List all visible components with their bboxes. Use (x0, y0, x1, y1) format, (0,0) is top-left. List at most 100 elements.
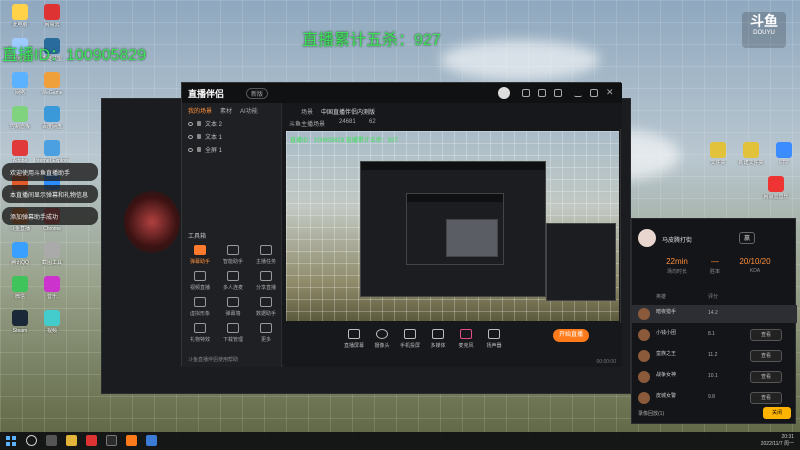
table-row[interactable]: 战争女神 10.1 查看 (632, 368, 797, 386)
tool-icon (227, 245, 239, 255)
match-record-panel[interactable]: 马皮腾打街 赢 22min 场均时长 — 胜率 20/10/20 KDA 英雄 评分 … (631, 218, 797, 424)
desktop-icon[interactable]: 控制面板 (2, 106, 38, 130)
desktop-icon[interactable]: 网易云音乐 (758, 176, 794, 200)
control-item[interactable]: 多媒体 (423, 329, 453, 349)
file-explorer-icon[interactable] (66, 435, 77, 446)
control-item[interactable]: 摄像头 (367, 329, 397, 349)
minimize-icon[interactable] (574, 89, 582, 97)
desktop-icon[interactable]: 此电脑 (2, 4, 38, 28)
go-live-button[interactable]: 开始直播 (553, 329, 589, 342)
hero-name: 暗夜猎手 (656, 309, 677, 315)
tab-ai[interactable]: AI功能 (240, 106, 258, 115)
desktop-icon[interactable]: 截图工具 (34, 242, 70, 266)
view-button[interactable]: 查看 (750, 392, 782, 404)
desktop-icon[interactable]: 百度网盘 (34, 106, 70, 130)
table-row[interactable]: 蛮族之王 11.2 查看 (632, 347, 797, 365)
lol-client-icon[interactable] (106, 435, 117, 446)
tab-assets[interactable]: 素材 (220, 106, 232, 115)
desktop-icon[interactable]: 音乐 (34, 276, 70, 300)
preview-stage[interactable]: 直播ID：100905829 直播累计五杀：927 (286, 131, 619, 321)
lock-icon[interactable] (197, 121, 201, 126)
tool-label: 虚拟形象 (189, 311, 210, 317)
bell-icon[interactable] (538, 89, 546, 97)
browser-icon[interactable] (146, 435, 157, 446)
tool-item[interactable]: 更多 (250, 323, 282, 343)
tool-item[interactable]: 智能助手 (217, 245, 249, 265)
hero-name: 蛮族之王 (656, 351, 677, 357)
desktop-icon[interactable]: 微信 (2, 276, 38, 300)
close-button[interactable]: 关闭 (763, 407, 791, 419)
scene-item[interactable]: 文本 1 (182, 130, 281, 143)
taskbar: 20:31 2022/11/7 周一 (0, 432, 800, 450)
desktop-icon-label: 百度网盘 (41, 124, 62, 130)
stage-tab[interactable]: 场景 (301, 107, 313, 116)
mail-icon[interactable] (522, 89, 530, 97)
desktop-icon[interactable]: WeGame (34, 72, 70, 96)
close-icon[interactable]: ✕ (606, 88, 614, 97)
app-brand: 直播伴侣 (188, 89, 225, 99)
titlebar[interactable]: 直播伴侣 新版 ✕ (182, 83, 622, 103)
desktop-icon[interactable]: 视频 (34, 310, 70, 334)
desktop-icon[interactable]: Adobe (2, 140, 38, 164)
user-avatar[interactable] (498, 87, 510, 99)
douyu-logo: 斗鱼 DOUYU (742, 12, 786, 48)
desktop-icon[interactable]: 新建文件夹 (733, 142, 769, 166)
tool-item[interactable]: 弹幕墙 (217, 297, 249, 317)
desktop-icon[interactable]: Steam (2, 310, 38, 334)
tool-item[interactable]: 下载管理 (217, 323, 249, 343)
tab-scenes[interactable]: 我的场景 (188, 106, 212, 115)
eye-icon[interactable] (188, 121, 193, 126)
control-item[interactable]: 直播屏幕 (339, 329, 369, 349)
player-name: 马皮腾打街 (662, 238, 693, 244)
champion-icon (638, 308, 650, 320)
table-row[interactable]: 皮城女警 9.8 查看 (632, 389, 797, 407)
tool-item[interactable]: 虚拟形象 (184, 297, 216, 317)
desktop-icon[interactable]: Internet Explorer (34, 140, 70, 164)
tool-item[interactable]: 数据助手 (250, 297, 282, 317)
help-link[interactable]: 斗鱼直播伴侣使用帮助 (188, 356, 238, 363)
control-item[interactable]: 麦克风 (451, 329, 481, 349)
lock-icon[interactable] (197, 147, 201, 152)
control-label: 摄像头 (374, 343, 390, 349)
tool-item[interactable]: 视频直播 (184, 271, 216, 291)
task-view-icon[interactable] (46, 435, 57, 446)
replay-link[interactable]: 录像回放(1) (638, 410, 664, 417)
stat-item: 20/10/20 KDA (730, 257, 780, 274)
stat-key: KDA (749, 268, 761, 274)
live-companion-window[interactable]: 直播伴侣 新版 ✕ 我的场景 素材 AI功能 文本 2 文本 1 全屏 1 工具… (181, 82, 622, 367)
desktop-icon[interactable]: 腾讯QQ (2, 242, 38, 266)
control-item[interactable]: 手机投屏 (395, 329, 425, 349)
desktop-icon[interactable]: FTP (766, 142, 800, 166)
table-row[interactable]: 小钱小团 8.1 查看 (632, 326, 797, 344)
tool-item[interactable]: 分享直播 (250, 271, 282, 291)
maximize-icon[interactable] (590, 89, 598, 97)
view-button[interactable]: 查看 (750, 329, 782, 341)
eye-icon[interactable] (188, 147, 193, 152)
system-clock[interactable]: 20:31 2022/11/7 周一 (761, 434, 794, 448)
tool-item[interactable]: 礼物特效 (184, 323, 216, 343)
search-icon[interactable] (26, 435, 37, 446)
microphone-icon (460, 329, 472, 339)
tool-icon (260, 323, 272, 333)
desktop-icon[interactable]: 文件夹 (700, 142, 736, 166)
desktop-icon-label: 网易云 (44, 22, 60, 28)
tool-item[interactable]: 弹幕助手 (184, 245, 216, 265)
scene-item[interactable]: 全屏 1 (182, 143, 281, 156)
desktop-icon[interactable]: 网易云 (34, 4, 70, 28)
view-button[interactable]: 查看 (750, 371, 782, 383)
tool-item[interactable]: 多人连麦 (217, 271, 249, 291)
windows-start-icon[interactable] (6, 436, 16, 446)
table-row[interactable]: 暗夜猎手 14.2 (632, 305, 797, 323)
netease-music-icon[interactable] (86, 435, 97, 446)
lock-icon[interactable] (197, 134, 201, 139)
menu-icon[interactable] (554, 89, 562, 97)
control-item[interactable]: 扬声器 (479, 329, 509, 349)
scene-item[interactable]: 文本 2 (182, 117, 281, 130)
view-button[interactable]: 查看 (750, 350, 782, 362)
stage-tab-active[interactable]: 中国直播伴侣内测版 (321, 107, 375, 116)
douyu-companion-icon[interactable] (126, 435, 137, 446)
eye-icon[interactable] (188, 134, 193, 139)
desktop-icon[interactable]: 网络 (2, 72, 38, 96)
tool-label: 礼物特效 (189, 337, 210, 343)
tool-item[interactable]: 主播任务 (250, 245, 282, 265)
